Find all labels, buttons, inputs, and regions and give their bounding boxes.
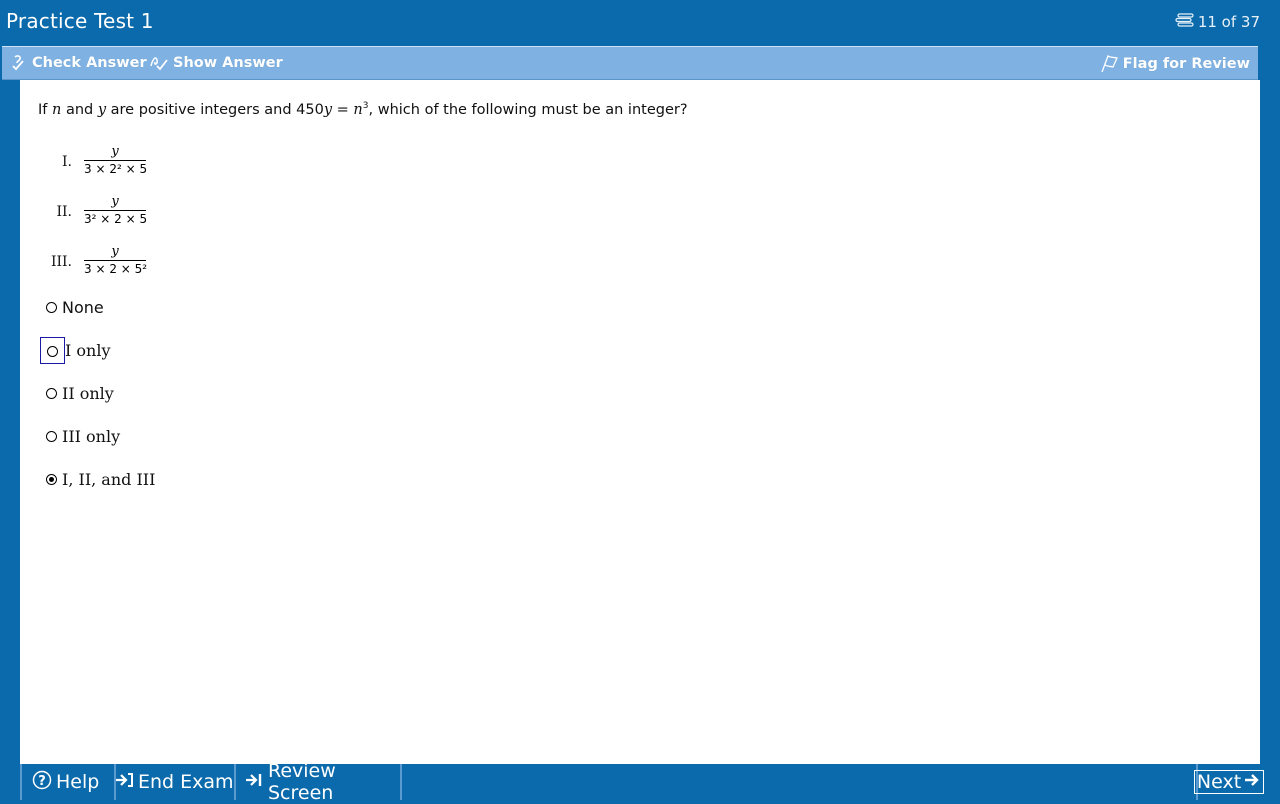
question-mid1: and [61, 101, 98, 118]
option-label: None [62, 297, 104, 317]
focus-indicator [40, 336, 65, 364]
help-label: Help [56, 771, 100, 793]
fraction-bar [84, 160, 146, 161]
radio-button[interactable] [46, 430, 57, 442]
option-label: III only [62, 426, 121, 446]
statement-numeral: I. [62, 154, 72, 170]
check-answer-label: Check Answer [32, 55, 147, 71]
check-answer-icon [10, 54, 28, 72]
review-screen-label: Review Screen [268, 760, 336, 804]
statement-1: I. y 3 × 2² × 5 [20, 144, 220, 186]
answer-option-ii-only[interactable]: II only [40, 381, 114, 405]
var-n2: n [353, 101, 363, 118]
end-exam-label: End Exam [138, 771, 234, 793]
svg-text:?: ? [38, 774, 46, 789]
option-label: I, II, and III [62, 469, 156, 489]
toolbar: Check Answer Show Answer Flag for Review [2, 46, 1258, 80]
fraction-denominator: 3 × 2 × 5² [84, 262, 148, 276]
help-icon: ? [32, 770, 52, 795]
next-button[interactable]: Next [1193, 764, 1265, 800]
question-mid2: are positive integers and 450 [106, 101, 324, 118]
counter-text: 11 of 37 [1197, 13, 1260, 31]
review-screen-button[interactable]: Review Screen [234, 760, 402, 804]
check-answer-button[interactable]: Check Answer [10, 54, 147, 72]
fraction-bar [84, 210, 146, 211]
radio-button[interactable] [47, 345, 58, 357]
statement-numeral: III. [50, 254, 72, 270]
var-y2: y [323, 101, 333, 118]
answer-option-iii-only[interactable]: III only [40, 424, 120, 448]
next-button-focus: Next [1193, 770, 1265, 794]
fraction: y 3 × 2 × 5² [84, 244, 148, 277]
radio-button[interactable] [46, 387, 57, 399]
fraction-bar [84, 260, 146, 261]
help-button[interactable]: ? Help [20, 764, 116, 800]
option-label: II only [62, 383, 114, 403]
question-suffix: , which of the following must be an inte… [368, 101, 688, 118]
review-screen-icon [244, 771, 264, 794]
window-title: Practice Test 1 [6, 9, 154, 33]
question-counter: 11 of 37 [1174, 13, 1260, 31]
answer-option-none[interactable]: None [40, 295, 104, 319]
question-prefix: If [38, 101, 52, 118]
radio-button[interactable] [46, 301, 57, 313]
statement-numeral: II. [56, 204, 72, 220]
option-label: I only [65, 340, 111, 360]
next-label: Next [1196, 771, 1242, 793]
question-mid3: = [332, 101, 354, 118]
flag-icon [1099, 54, 1119, 74]
fraction-numerator: y [111, 244, 119, 259]
flag-for-review-button[interactable]: Flag for Review [1099, 54, 1250, 74]
var-y: y [97, 101, 107, 118]
question-panel: If n and y are positive integers and 450… [20, 80, 1260, 764]
flag-for-review-label: Flag for Review [1122, 56, 1250, 72]
radio-button-selected[interactable] [46, 473, 57, 485]
question-list-icon [1174, 13, 1194, 31]
fraction: y 3 × 2² × 5 [84, 144, 148, 177]
arrow-right-icon [1243, 771, 1261, 793]
fraction-numerator: y [111, 144, 119, 159]
end-exam-icon [114, 771, 134, 794]
statement-2: II. y 3² × 2 × 5 [20, 194, 220, 236]
fraction-denominator: 3 × 2² × 5 [84, 162, 148, 176]
fraction-denominator: 3² × 2 × 5 [84, 212, 148, 226]
statement-3: III. y 3 × 2 × 5² [20, 244, 220, 286]
bottom-bar: ? Help End Exam Review Screen Next [20, 760, 1265, 804]
answer-option-all[interactable]: I, II, and III [40, 467, 155, 491]
answer-option-i-only[interactable]: I only [40, 336, 111, 364]
show-answer-button[interactable]: Show Answer [149, 54, 283, 72]
fraction-numerator: y [111, 194, 119, 209]
show-answer-icon [149, 54, 169, 72]
end-exam-button[interactable]: End Exam [104, 764, 236, 800]
title-bar: Practice Test 1 11 of 37 [0, 0, 1280, 44]
var-n: n [52, 101, 62, 118]
show-answer-label: Show Answer [173, 55, 283, 71]
question-text: If n and y are positive integers and 450… [38, 101, 688, 118]
fraction: y 3² × 2 × 5 [84, 194, 148, 227]
